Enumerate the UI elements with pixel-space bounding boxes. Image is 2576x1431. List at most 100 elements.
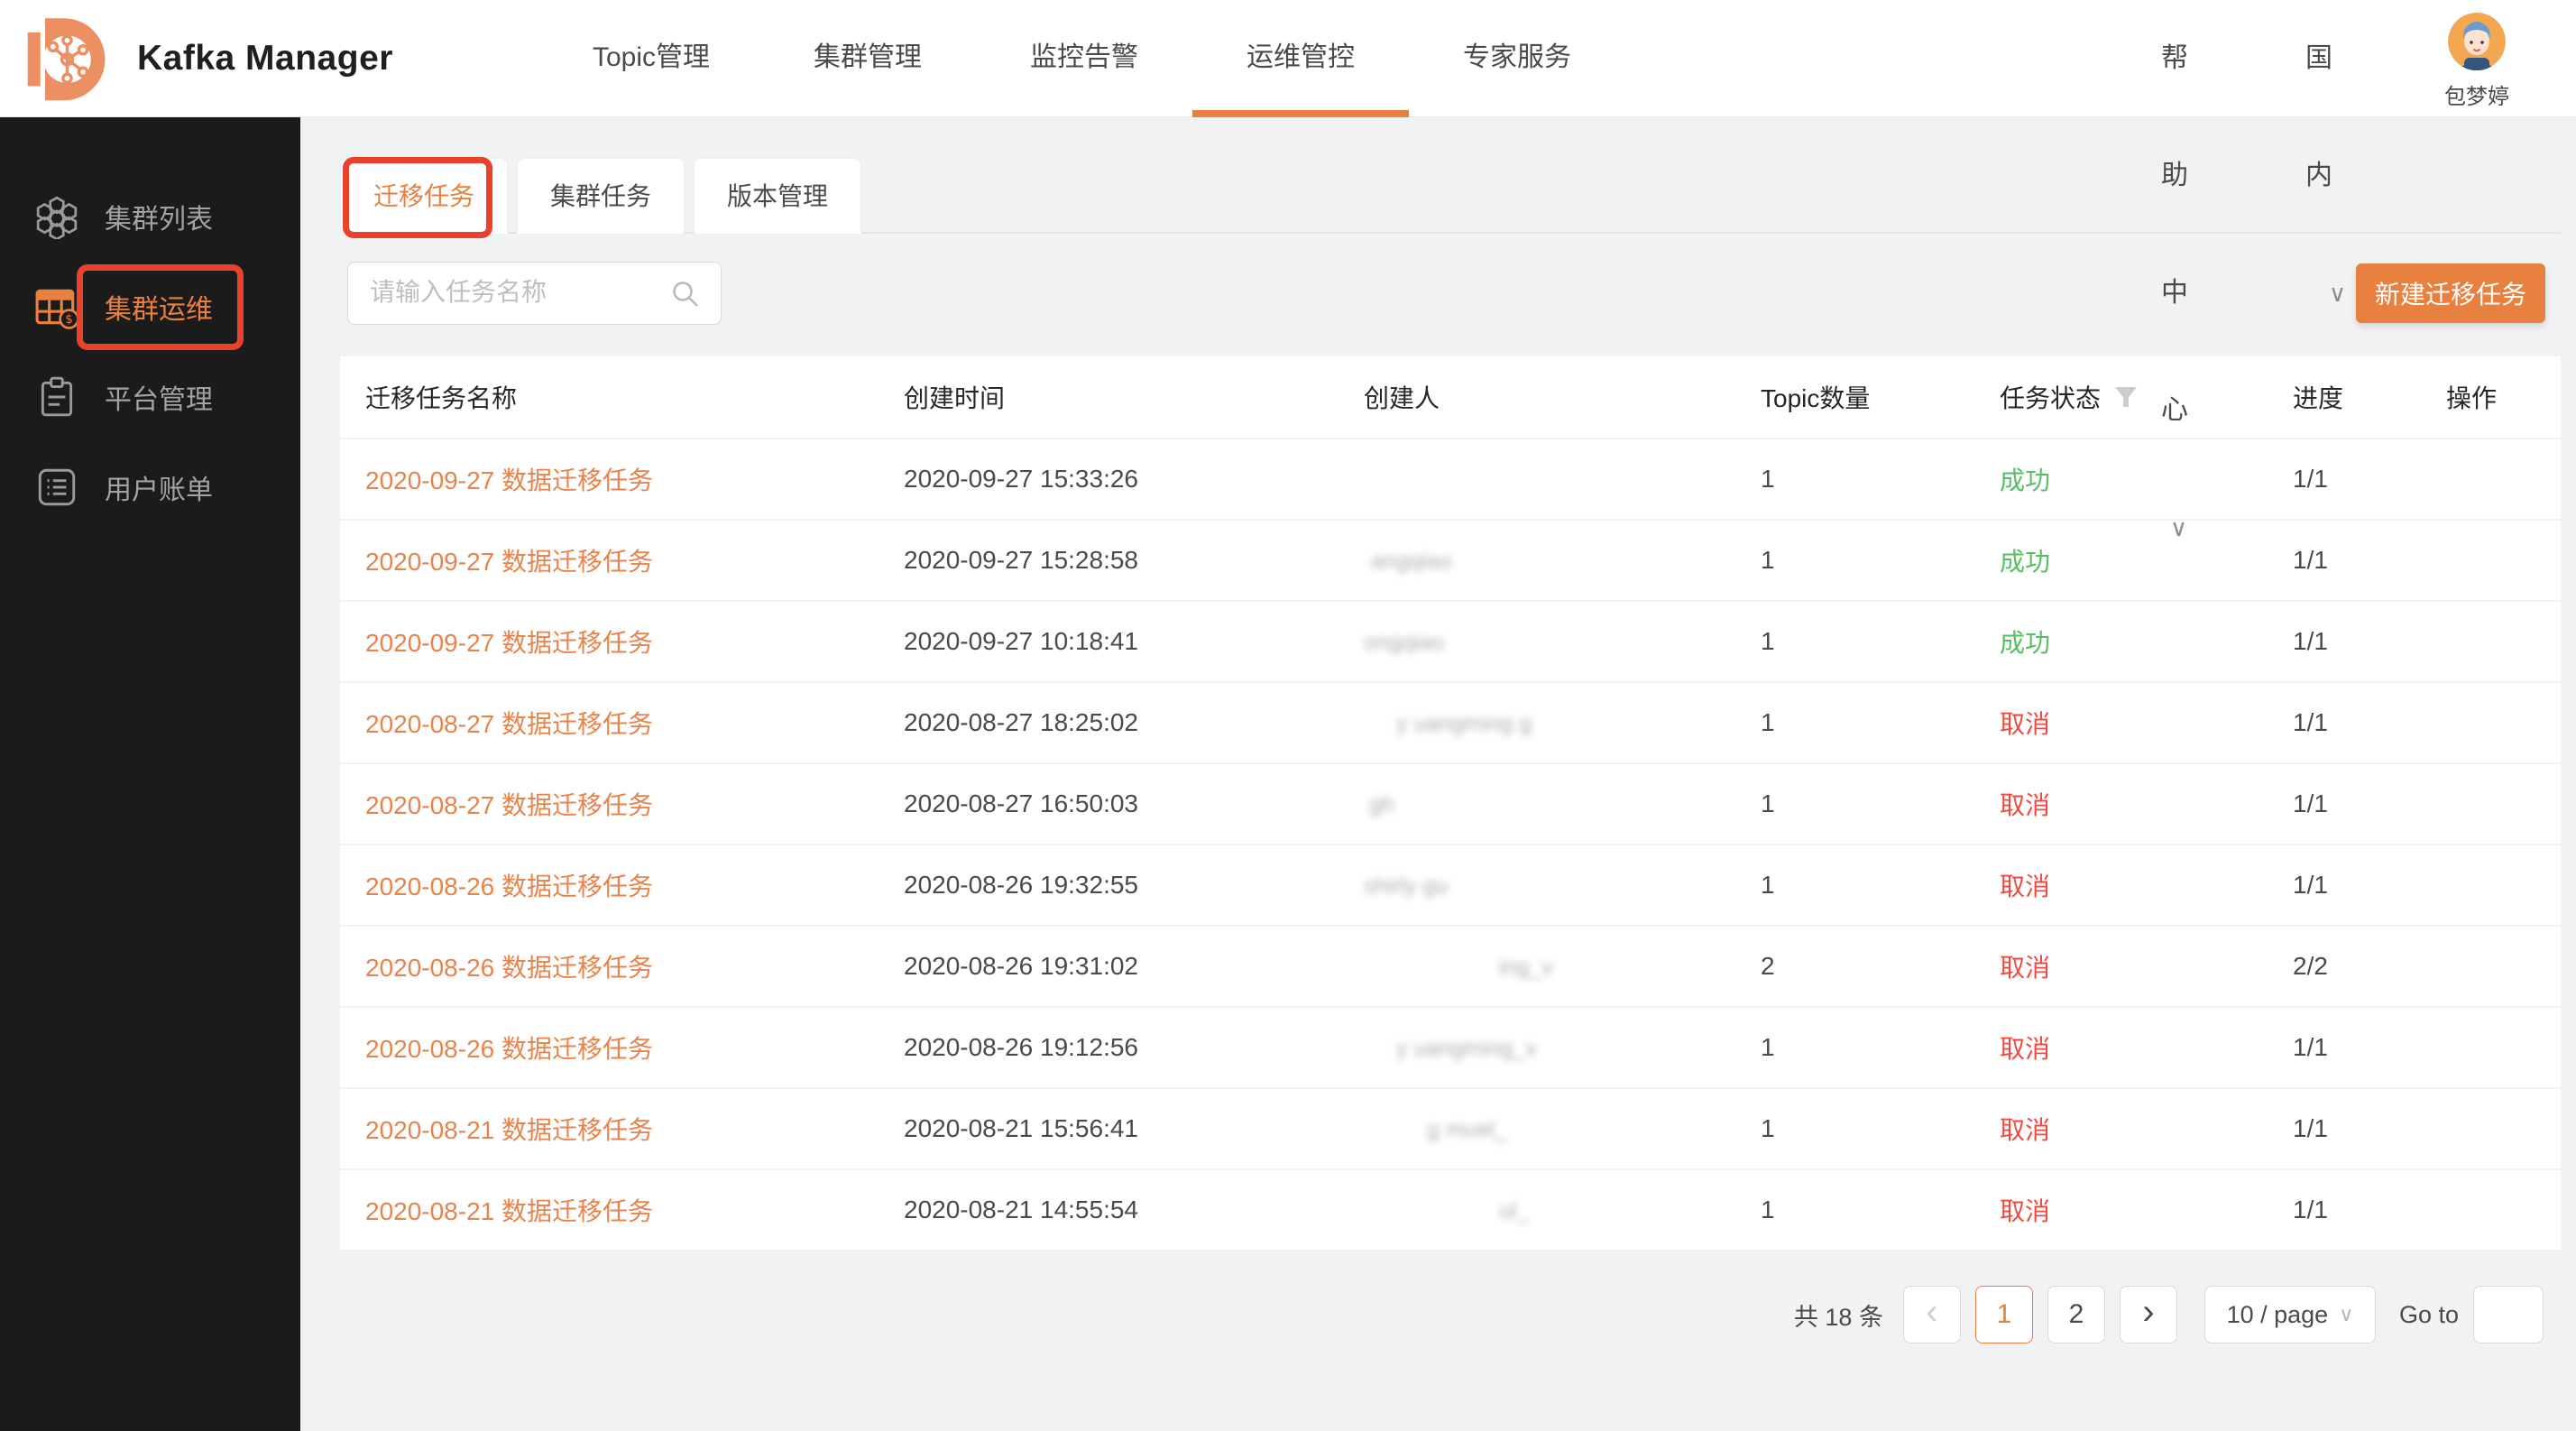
nav-topic-management[interactable]: Topic管理 bbox=[543, 0, 759, 117]
creator-redacted: g muel_ bbox=[1427, 1117, 1507, 1143]
main-content: 迁移任务 集群任务 版本管理 新建迁移任务 迁移任务名称 创建时间 创 bbox=[300, 117, 2576, 1431]
task-name-link[interactable]: 2020-09-27 数据迁移任务 bbox=[365, 548, 653, 576]
sidebar-item-cluster-ops[interactable]: $ 集群运维 bbox=[0, 262, 300, 352]
app-header: Kafka Manager Topic管理 集群管理 监控告警 运维管控 专家服… bbox=[0, 0, 2576, 117]
progress: 1/1 bbox=[2291, 1114, 2444, 1143]
honeycomb-cluster-icon bbox=[34, 194, 79, 239]
search-icon[interactable] bbox=[670, 279, 701, 309]
topic-count: 1 bbox=[1759, 1033, 1998, 1062]
col-topic-count: Topic数量 bbox=[1759, 379, 1998, 415]
status-badge: 取消 bbox=[2000, 710, 2050, 738]
help-center-menu[interactable]: 帮助中心∨ bbox=[2161, 0, 2188, 586]
task-name-link[interactable]: 2020-08-27 数据迁移任务 bbox=[365, 791, 653, 819]
billing-table-icon: $ bbox=[34, 284, 79, 329]
status-badge: 成功 bbox=[2000, 466, 2050, 494]
table-row: 2020-08-21 数据迁移任务 2020-08-21 15:56:41 g … bbox=[340, 1087, 2561, 1168]
nav-ops-control[interactable]: 运维管控 bbox=[1192, 0, 1409, 117]
nav-cluster-management[interactable]: 集群管理 bbox=[759, 0, 976, 117]
sidebar-item-label: 集群列表 bbox=[105, 197, 213, 236]
progress: 1/1 bbox=[2291, 465, 2444, 494]
chevron-down-icon: ∨ bbox=[2170, 514, 2187, 541]
task-name-link[interactable]: 2020-08-27 数据迁移任务 bbox=[365, 710, 653, 738]
topic-count: 1 bbox=[1759, 627, 1998, 656]
topic-count: 1 bbox=[1759, 789, 1998, 818]
tab-version-management[interactable]: 版本管理 bbox=[694, 158, 861, 234]
nav-monitoring-alerts[interactable]: 监控告警 bbox=[976, 0, 1192, 117]
create-time: 2020-08-27 16:50:03 bbox=[902, 789, 1362, 818]
page-2-button[interactable]: 2 bbox=[2047, 1286, 2105, 1343]
create-time: 2020-08-21 15:56:41 bbox=[902, 1114, 1362, 1143]
task-name-link[interactable]: 2020-08-26 数据迁移任务 bbox=[365, 954, 653, 982]
task-name-link[interactable]: 2020-08-26 数据迁移任务 bbox=[365, 1035, 653, 1063]
task-name-link[interactable]: 2020-08-26 数据迁移任务 bbox=[365, 872, 653, 900]
table-row: 2020-08-26 数据迁移任务 2020-08-26 19:32:55 sh… bbox=[340, 844, 2561, 925]
progress: 1/1 bbox=[2291, 871, 2444, 900]
tab-cluster-tasks[interactable]: 集群任务 bbox=[517, 158, 685, 234]
sidebar-item-cluster-list[interactable]: 集群列表 bbox=[0, 171, 300, 262]
create-time: 2020-08-26 19:32:55 bbox=[902, 871, 1362, 900]
toolbar: 新建迁移任务 bbox=[340, 262, 2561, 325]
region-selector[interactable]: 国内∨ bbox=[2305, 0, 2346, 352]
page-size-select[interactable]: 10 / page ∨ bbox=[2204, 1286, 2376, 1343]
new-migration-task-button[interactable]: 新建迁移任务 bbox=[2356, 263, 2545, 323]
user-menu[interactable]: 包梦婷 bbox=[2423, 13, 2531, 110]
progress: 1/1 bbox=[2291, 789, 2444, 818]
progress: 1/1 bbox=[2291, 1196, 2444, 1224]
topic-count: 1 bbox=[1759, 1196, 1998, 1224]
page-1-button[interactable]: 1 bbox=[1975, 1286, 2033, 1343]
sidebar-item-platform-management[interactable]: 平台管理 bbox=[0, 352, 300, 442]
task-name-link[interactable]: 2020-09-27 数据迁移任务 bbox=[365, 466, 653, 494]
region-label: 国内 bbox=[2305, 43, 2332, 190]
col-actions: 操作 bbox=[2444, 379, 2561, 415]
table-row: 2020-09-27 数据迁移任务 2020-09-27 15:28:58 an… bbox=[340, 519, 2561, 600]
status-badge: 成功 bbox=[2000, 629, 2050, 657]
topic-count: 2 bbox=[1759, 952, 1998, 981]
table-row: 2020-08-21 数据迁移任务 2020-08-21 14:55:54 ul… bbox=[340, 1168, 2561, 1250]
status-badge: 成功 bbox=[2000, 548, 2050, 576]
col-task-status-label: 任务状态 bbox=[2000, 379, 2101, 415]
progress: 1/1 bbox=[2291, 708, 2444, 737]
table-row: 2020-09-27 数据迁移任务 2020-09-27 10:18:41 on… bbox=[340, 600, 2561, 681]
migration-task-table: 迁移任务名称 创建时间 创建人 Topic数量 任务状态 进度 操作 2020-… bbox=[340, 356, 2561, 1250]
nav-expert-service[interactable]: 专家服务 bbox=[1409, 0, 1625, 117]
progress: 1/1 bbox=[2291, 546, 2444, 575]
creator-redacted: y uangming_v bbox=[1396, 1036, 1537, 1062]
task-name-link[interactable]: 2020-09-27 数据迁移任务 bbox=[365, 629, 653, 657]
create-time: 2020-08-26 19:31:02 bbox=[902, 952, 1362, 981]
topic-count: 1 bbox=[1759, 1114, 1998, 1143]
status-badge: 取消 bbox=[2000, 791, 2050, 819]
prev-page-button[interactable]: ‹ bbox=[1903, 1286, 1961, 1343]
next-page-button[interactable]: › bbox=[2120, 1286, 2177, 1343]
creator-redacted: gh bbox=[1369, 792, 1394, 818]
clipboard-icon bbox=[34, 374, 79, 420]
username: 包梦婷 bbox=[2423, 78, 2531, 110]
topic-count: 1 bbox=[1759, 546, 1998, 575]
create-time: 2020-09-27 15:33:26 bbox=[902, 465, 1362, 494]
svg-text:$: $ bbox=[65, 312, 73, 327]
task-name-link[interactable]: 2020-08-21 数据迁移任务 bbox=[365, 1116, 653, 1144]
search-input[interactable] bbox=[348, 263, 655, 322]
creator-redacted: shirly gu bbox=[1364, 873, 1448, 900]
creator-redacted: y uangming g bbox=[1396, 711, 1532, 737]
total-count: 共 18 条 bbox=[1794, 1297, 1883, 1333]
col-progress: 进度 bbox=[2291, 379, 2444, 415]
list-icon bbox=[34, 465, 79, 510]
sidebar-item-user-billing[interactable]: 用户账单 bbox=[0, 442, 300, 532]
status-badge: 取消 bbox=[2000, 872, 2050, 900]
tab-migration-tasks[interactable]: 迁移任务 bbox=[340, 158, 508, 234]
chevron-down-icon: ∨ bbox=[2339, 1303, 2353, 1326]
create-time: 2020-08-21 14:55:54 bbox=[902, 1196, 1362, 1224]
topic-count: 1 bbox=[1759, 708, 1998, 737]
create-time: 2020-09-27 10:18:41 bbox=[902, 627, 1362, 656]
progress: 1/1 bbox=[2291, 627, 2444, 656]
task-name-link[interactable]: 2020-08-21 数据迁移任务 bbox=[365, 1197, 653, 1225]
sidebar-item-label: 用户账单 bbox=[105, 467, 213, 507]
create-time: 2020-08-26 19:12:56 bbox=[902, 1033, 1362, 1062]
filter-funnel-icon[interactable] bbox=[2115, 387, 2137, 407]
col-task-name: 迁移任务名称 bbox=[340, 379, 902, 415]
progress: 1/1 bbox=[2291, 1033, 2444, 1062]
col-creator: 创建人 bbox=[1362, 379, 1759, 415]
table-header-row: 迁移任务名称 创建时间 创建人 Topic数量 任务状态 进度 操作 bbox=[340, 356, 2561, 438]
create-time: 2020-09-27 15:28:58 bbox=[902, 546, 1362, 575]
goto-page-input[interactable] bbox=[2473, 1286, 2544, 1343]
